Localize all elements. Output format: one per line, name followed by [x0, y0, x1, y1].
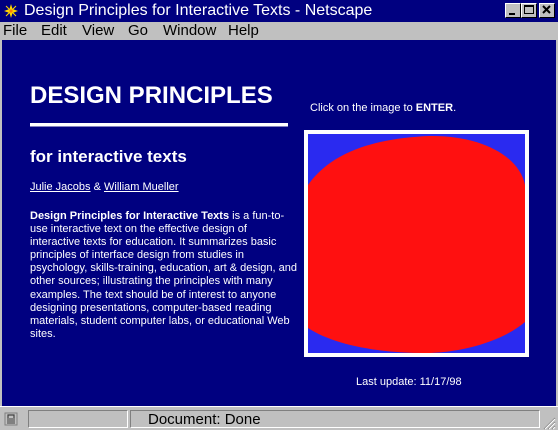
status-bar: Document: Done [0, 406, 558, 430]
enter-instruction-suffix: . [453, 102, 457, 114]
author-separator: & [90, 181, 104, 193]
description-paragraph: Design Principles for Interactive Texts … [30, 210, 300, 341]
enter-instruction: Click on the image to ENTER. [310, 101, 456, 115]
menu-edit[interactable]: Edit [41, 22, 67, 40]
last-update: Last update: 11/17/98 [356, 376, 462, 388]
close-button[interactable] [539, 3, 555, 18]
title-bar[interactable]: Design Principles for Interactive Texts … [0, 0, 558, 22]
menu-bar: File Edit View Go Window Help [0, 22, 558, 40]
enter-instruction-emphasis: ENTER [415, 102, 454, 114]
description-body: is a fun-to-use interactive text on the … [30, 210, 297, 340]
page-content: DESIGN PRINCIPLES for interactive texts … [2, 40, 556, 406]
authors-line: Julie Jacobs & William Mueller [30, 180, 179, 194]
resize-grip-icon[interactable] [540, 414, 556, 430]
page-subheading: for interactive texts [30, 147, 187, 166]
menu-go[interactable]: Go [128, 22, 148, 40]
minimize-button[interactable] [505, 3, 521, 18]
author-link-william-mueller[interactable]: William Mueller [104, 181, 179, 193]
enter-instruction-prefix: Click on the image to [310, 102, 416, 114]
close-icon [542, 5, 551, 14]
status-progress-panel [28, 410, 128, 428]
page-heading: DESIGN PRINCIPLES [30, 82, 273, 109]
menu-help[interactable]: Help [228, 22, 259, 40]
heading-divider [30, 123, 288, 127]
netscape-icon [3, 3, 19, 19]
window-title: Design Principles for Interactive Texts … [24, 2, 373, 19]
minimize-icon [509, 13, 515, 15]
menu-view[interactable]: View [82, 22, 114, 40]
security-lock-icon[interactable] [3, 411, 23, 427]
maximize-button[interactable] [521, 3, 537, 18]
description-title: Design Principles for Interactive Texts [30, 210, 230, 222]
menu-window[interactable]: Window [163, 22, 216, 40]
menu-file[interactable]: File [3, 22, 27, 40]
status-text: Document: Done [148, 411, 261, 428]
author-link-julie-jacobs[interactable]: Julie Jacobs [30, 181, 91, 193]
enter-image-link[interactable] [304, 130, 529, 357]
enter-image-red-shape [308, 135, 525, 353]
maximize-icon [524, 5, 534, 14]
